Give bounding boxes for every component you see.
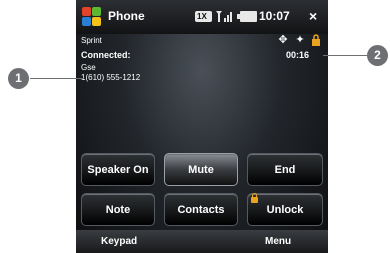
call-status: Connected:: [81, 50, 131, 60]
menu-softkey[interactable]: Menu: [265, 236, 291, 247]
close-button[interactable]: ×: [309, 8, 317, 24]
start-menu-icon[interactable]: [82, 7, 102, 27]
windows-flag-red: [82, 7, 91, 16]
gps-icon: ✦: [295, 34, 305, 46]
battery-icon: [237, 11, 257, 22]
unlock-label: Unlock: [266, 203, 304, 216]
windows-flag-yellow: [92, 17, 101, 26]
end-button[interactable]: End: [247, 153, 323, 186]
caller-name: Gse: [81, 63, 96, 72]
clock: 10:07: [259, 9, 290, 23]
network-1x-icon: 1X: [195, 11, 212, 22]
windows-flag-green: [92, 7, 101, 16]
callout-2-badge: 2: [367, 45, 388, 66]
app-title: Phone: [108, 9, 145, 23]
callout-1-line: [30, 78, 84, 79]
speaker-on-button[interactable]: Speaker On: [81, 153, 155, 186]
keypad-softkey[interactable]: Keypad: [101, 236, 137, 247]
status-bar: Phone 1X 10:07 ×: [76, 0, 328, 34]
unlock-lock-icon: [251, 193, 258, 203]
contacts-button[interactable]: Contacts: [164, 193, 238, 226]
speakerphone-icon: ✥: [278, 34, 288, 46]
callout-2-line: [323, 55, 370, 56]
phone-screen: Phone 1X 10:07 × Sprint ✥ ✦ Connected: 0…: [76, 0, 328, 253]
signal-strength-icon: [216, 11, 232, 22]
windows-flag-blue: [82, 17, 91, 26]
lock-icon: [310, 34, 322, 46]
unlock-button[interactable]: Unlock: [247, 193, 323, 226]
callout-1-badge: 1: [8, 68, 29, 89]
mute-button[interactable]: Mute: [164, 153, 238, 186]
caller-number: 1(610) 555-1212: [81, 73, 141, 82]
note-button[interactable]: Note: [81, 193, 155, 226]
call-timer: 00:16: [286, 50, 310, 60]
carrier-label: Sprint: [81, 36, 102, 45]
